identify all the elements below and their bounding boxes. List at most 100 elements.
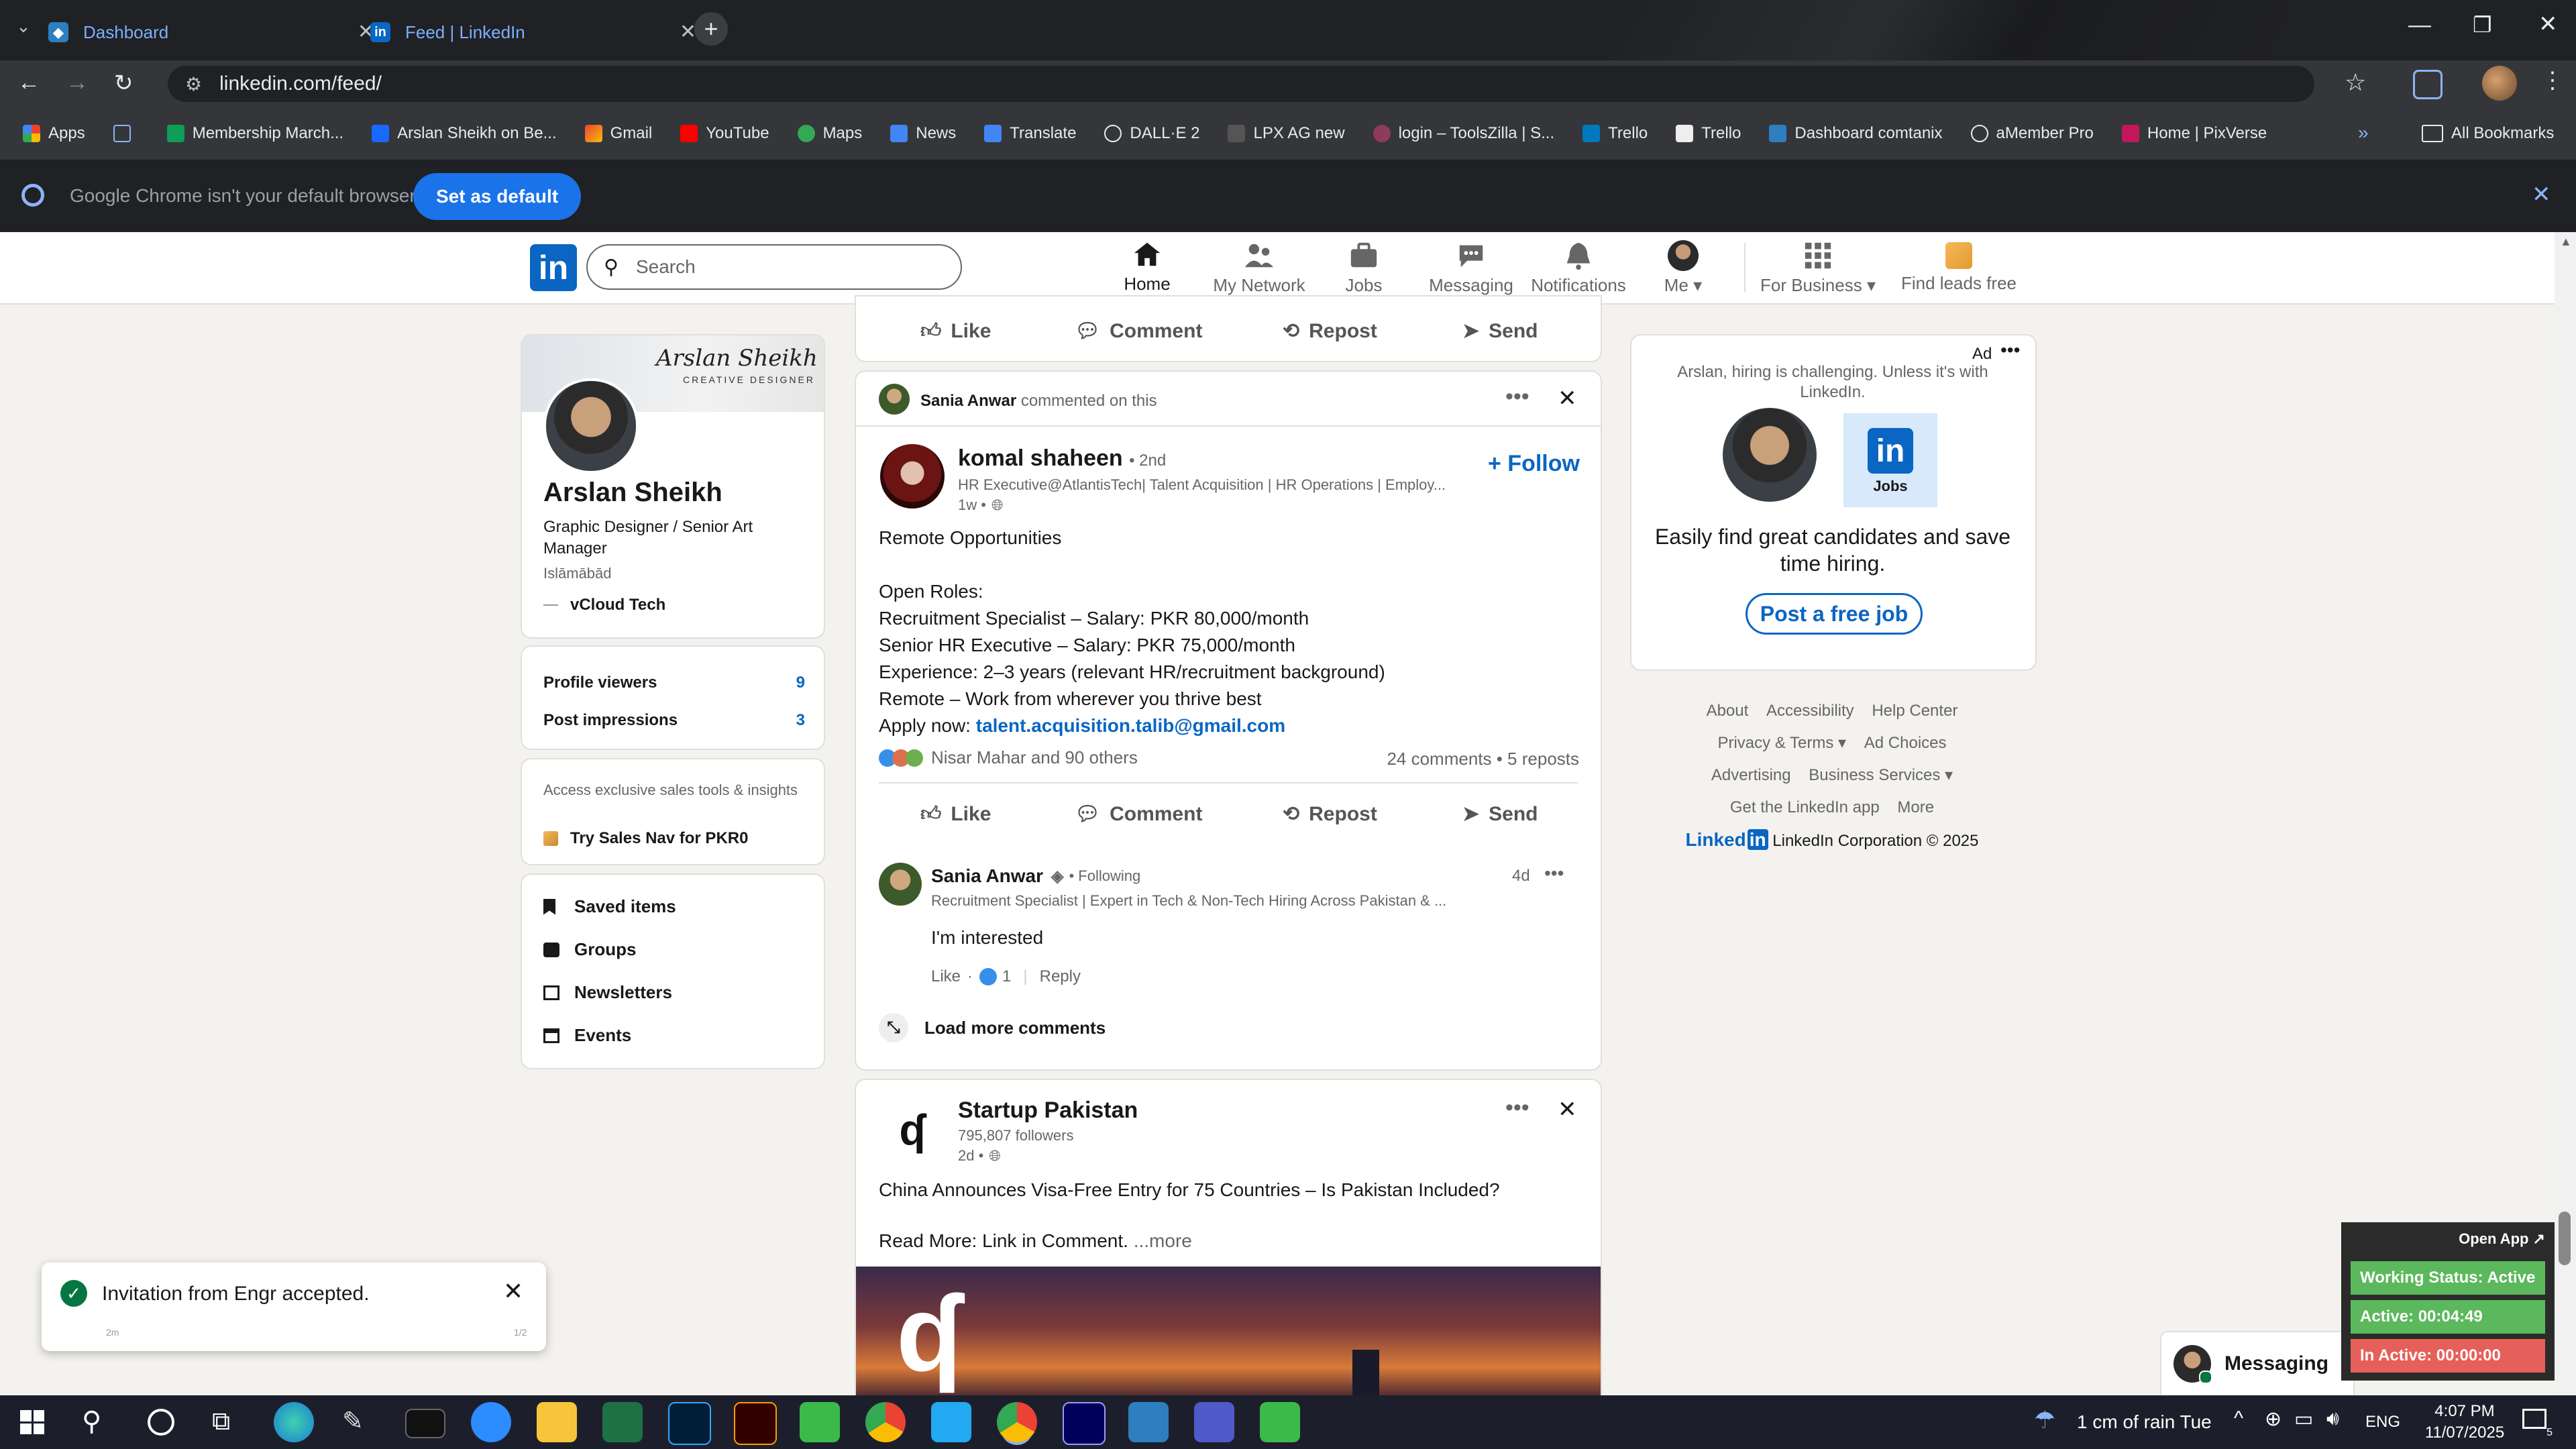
linkedin-logo[interactable]: in (530, 244, 577, 291)
bookmark-youtube[interactable]: YouTube (680, 107, 769, 160)
reactions-summary[interactable]: Nisar Mahar and 90 others (879, 747, 1138, 768)
footer-link[interactable]: About (1707, 702, 1749, 720)
repost-button[interactable]: ⟲ Repost (1283, 802, 1377, 826)
scrollbar-thumb[interactable] (2559, 1212, 2571, 1265)
volume-icon[interactable]: 🔊︎ (2326, 1407, 2339, 1430)
illustrator-icon[interactable] (734, 1402, 777, 1445)
search-box[interactable]: ⚲ Search (586, 244, 962, 290)
nav-my-network[interactable]: My Network (1202, 232, 1316, 303)
nav-home[interactable]: Home (1092, 232, 1202, 303)
windows-start-icon[interactable] (20, 1410, 44, 1434)
tab-linkedin-feed[interactable]: in Feed | LinkedIn ✕ (370, 5, 706, 59)
messaging-overlay[interactable]: Messaging (2160, 1331, 2355, 1395)
startup-pakistan-logo[interactable]: ʠ (880, 1097, 945, 1162)
new-tab-button[interactable]: + (694, 12, 728, 46)
context-name[interactable]: Sania Anwar (920, 392, 1016, 410)
excel-icon[interactable] (602, 1402, 643, 1442)
comment-reply-button[interactable]: Reply (1040, 967, 1081, 986)
link-newsletters[interactable]: Newsletters (543, 982, 672, 1003)
photoshop-icon[interactable] (668, 1402, 711, 1445)
edge-icon[interactable] (274, 1402, 314, 1442)
author-avatar[interactable] (880, 444, 945, 508)
repost-button[interactable]: ⟲ Repost (1283, 319, 1377, 343)
all-bookmarks[interactable]: All Bookmarks (2422, 107, 2554, 160)
task-view-icon[interactable]: ⧉ (212, 1407, 230, 1436)
teams-icon[interactable] (1194, 1402, 1234, 1442)
post-menu-icon[interactable]: ••• (1505, 1095, 1529, 1121)
dismiss-post-icon[interactable]: ✕ (1558, 385, 1577, 412)
post-menu-icon[interactable]: ••• (1505, 384, 1529, 410)
weather-text[interactable]: 1 cm of rain Tue (2077, 1411, 2212, 1433)
bookmark-translate[interactable]: Translate (984, 107, 1076, 160)
comment-button[interactable]: 💬︎ Comment (1075, 319, 1202, 343)
weather-umbrella-icon[interactable]: ☂ (2034, 1406, 2055, 1434)
app-green-2-icon[interactable] (1260, 1402, 1300, 1442)
search-input[interactable]: Search (636, 256, 696, 278)
like-button[interactable]: 👍︎ Like (920, 802, 991, 826)
profile-avatar[interactable] (543, 378, 639, 474)
cortana-icon[interactable] (148, 1409, 174, 1436)
bookmark-membership[interactable]: Membership March... (166, 107, 343, 160)
author-name[interactable]: komal shaheen (958, 445, 1123, 471)
commenter-avatar[interactable] (879, 863, 922, 906)
footer-link[interactable]: Accessibility (1766, 702, 1854, 720)
tab-search-icon[interactable]: ⌄ (16, 16, 31, 37)
forward-icon[interactable]: → (66, 70, 89, 96)
premium-cta[interactable]: Try Sales Nav for PKR0 (543, 829, 748, 848)
file-explorer-icon[interactable] (537, 1402, 577, 1442)
pen-icon[interactable]: ✎ (342, 1406, 364, 1436)
post-free-job-button[interactable]: Post a free job (1746, 593, 1923, 635)
author-name[interactable]: Startup Pakistan (958, 1097, 1138, 1124)
follow-button[interactable]: + Follow (1488, 451, 1580, 477)
tray-app-icon[interactable]: ⊕ (2265, 1407, 2282, 1431)
tab-dashboard[interactable]: ◆ Dashboard ✕ (48, 5, 384, 59)
nav-me[interactable]: Me ▾ (1626, 232, 1740, 303)
nav-notifications[interactable]: Notifications (1521, 232, 1635, 303)
footer-link[interactable]: Help Center (1872, 702, 1957, 720)
nav-for-business[interactable]: For Business ▾ (1751, 232, 1885, 303)
nav-messaging[interactable]: Messaging (1414, 232, 1528, 303)
comment-like-button[interactable]: Like (931, 967, 961, 986)
site-info-icon[interactable]: ⚙ (185, 73, 202, 95)
nav-jobs[interactable]: Jobs (1307, 232, 1421, 303)
bookmark-lpx[interactable]: LPX AG new (1228, 107, 1345, 160)
footer-link[interactable]: More (1897, 798, 1934, 816)
bookmark-trello-2[interactable]: Trello (1676, 107, 1741, 160)
premium-card[interactable]: Access exclusive sales tools & insights … (521, 758, 825, 865)
ad-menu-icon[interactable]: ••• (2000, 339, 2020, 361)
bookmark-trello-1[interactable]: Trello (1582, 107, 1648, 160)
profile-avatar[interactable] (2482, 66, 2517, 101)
context-avatar[interactable] (879, 384, 910, 415)
bookmark-dalle[interactable]: DALL·E 2 (1104, 107, 1199, 160)
clock[interactable]: 4:07 PM 11/07/2025 (2424, 1401, 2505, 1444)
comment-like-count[interactable]: 1 (1002, 967, 1011, 986)
more-bookmarks-icon[interactable]: » (2358, 122, 2369, 144)
terminal-icon[interactable] (405, 1409, 445, 1438)
like-button[interactable]: 👍︎ Like (920, 319, 991, 343)
close-window-icon[interactable]: ✕ (2538, 11, 2558, 38)
nav-find-leads[interactable]: Find leads free (1892, 232, 2026, 303)
reload-icon[interactable]: ↻ (114, 70, 133, 97)
bookmark-gmail[interactable]: Gmail (584, 107, 652, 160)
open-app-button[interactable]: Open App ↗ (2459, 1230, 2545, 1248)
set-default-button[interactable]: Set as default (413, 173, 582, 220)
bookmark-news[interactable]: News (890, 107, 956, 160)
footer-link[interactable]: Advertising (1711, 766, 1791, 784)
bookmark-grid[interactable] (113, 107, 139, 160)
send-button[interactable]: ➤ Send (1462, 319, 1538, 343)
bookmark-apps[interactable]: Apps (23, 107, 85, 160)
bookmark-comtanix[interactable]: Dashboard comtanix (1769, 107, 1943, 160)
footer-link[interactable]: Business Services (1809, 766, 1940, 784)
stat-profile-viewers[interactable]: Profile viewers 9 (543, 674, 805, 692)
search-icon[interactable]: ⚲ (82, 1406, 101, 1437)
close-tab-icon[interactable]: ✕ (680, 20, 696, 44)
premiere-icon[interactable] (1063, 1402, 1106, 1445)
address-bar[interactable]: ⚙ linkedin.com/feed/ (168, 66, 2314, 102)
bookmark-behance[interactable]: Arslan Sheikh on Be... (372, 107, 557, 160)
dismiss-post-icon[interactable]: ✕ (1558, 1096, 1577, 1123)
close-toast-icon[interactable]: ✕ (503, 1277, 523, 1305)
back-icon[interactable]: ← (17, 70, 40, 96)
load-more-comments[interactable]: ⤡ Load more comments (879, 1013, 1106, 1042)
send-button[interactable]: ➤ Send (1462, 802, 1538, 826)
footer-link[interactable]: Ad Choices (1864, 734, 1947, 752)
